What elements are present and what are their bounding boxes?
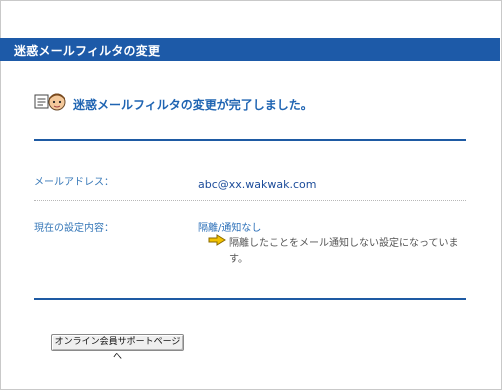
completion-message: 迷惑メールフィルタの変更が完了しました。	[73, 98, 313, 112]
section-divider-bottom	[34, 298, 466, 300]
section-divider-top	[34, 139, 466, 141]
settings-value: 隔離/通知なし	[198, 223, 262, 234]
email-label: メールアドレス：	[34, 177, 114, 188]
arrow-right-icon	[208, 234, 226, 246]
settings-label: 現在の設定内容：	[34, 223, 114, 234]
email-value: abc@xx.wakwak.com	[198, 178, 317, 191]
settings-note: 隔離したことをメール通知しない設定になっています。	[229, 238, 459, 265]
member-support-button[interactable]: オンライン会員サポートページへ	[51, 334, 184, 362]
mail-person-icon	[34, 93, 66, 111]
row-divider	[34, 200, 466, 201]
page-title: 迷惑メールフィルタの変更	[14, 44, 161, 58]
